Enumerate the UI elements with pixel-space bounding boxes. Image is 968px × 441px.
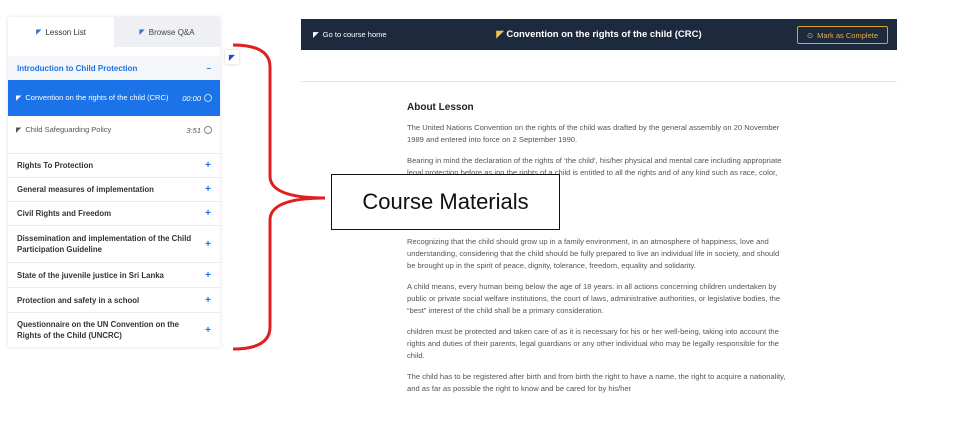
expand-icon[interactable]: + [205, 325, 211, 336]
expand-icon[interactable]: + [205, 295, 211, 306]
bookmark-icon: ◤ [496, 29, 504, 40]
bookmark-icon: ◤ [36, 29, 42, 36]
topic-questionnaire[interactable]: Questionnaire on the UN Convention on th… [8, 312, 220, 347]
topic-title: Civil Rights and Freedom [17, 209, 112, 218]
lesson-paragraph: children must be protected and taken car… [407, 327, 779, 360]
lesson-paragraph: Recognizing that the child should grow u… [407, 237, 780, 270]
about-lesson-heading: About Lesson [407, 102, 474, 113]
lesson-sidebar: ◤ Lesson List ◤ Browse Q&A Introduction … [8, 17, 220, 347]
expand-icon[interactable]: + [205, 239, 211, 250]
topic-introduction[interactable]: Introduction to Child Protection − [8, 56, 220, 80]
bookmark-icon: ◤ [16, 95, 22, 102]
lesson-paragraph: The child has to be registered after bir… [407, 372, 786, 393]
lesson-paragraph: A child means, every human being below t… [407, 282, 781, 315]
topic-title: Protection and safety in a school [17, 295, 140, 305]
topic-rights-to-protection[interactable]: Rights To Protection + [8, 153, 220, 177]
collapse-icon[interactable]: − [206, 64, 211, 73]
topic-title: Dissemination and implementation of the … [17, 234, 192, 254]
topic-juvenile-justice[interactable]: State of the juvenile justice in Sri Lan… [8, 262, 220, 287]
expand-icon[interactable]: + [205, 208, 211, 219]
lesson-title: Convention on the rights of the child (C… [25, 93, 169, 102]
bookmark-icon: ◤ [313, 30, 319, 39]
topic-title: State of the juvenile justice in Sri Lan… [17, 270, 164, 280]
lesson-paragraph: The United Nations Convention on the rig… [407, 123, 780, 144]
completion-circle-icon [204, 126, 212, 134]
mark-complete-button[interactable]: ⊙ Mark as Complete [796, 26, 888, 44]
bookmark-icon: ◤ [139, 29, 145, 36]
lesson-content: About Lesson The United Nations Conventi… [407, 102, 787, 404]
check-circle-icon: ⊙ [806, 30, 814, 40]
lesson-duration: 3:51 [186, 125, 201, 135]
tab-browse-qa[interactable]: ◤ Browse Q&A [114, 17, 220, 47]
topic-title: Questionnaire on the UN Convention on th… [17, 320, 180, 340]
lesson-header: ◤ Go to course home ◤ Convention on the … [301, 19, 897, 50]
expand-icon[interactable]: + [205, 184, 211, 195]
expand-icon[interactable]: + [205, 160, 211, 171]
course-materials-callout: Course Materials [331, 174, 560, 230]
expand-icon[interactable]: + [205, 270, 211, 281]
tab-lesson-list-label: Lesson List [45, 27, 86, 37]
lesson-duration: 00:00 [182, 93, 201, 103]
topic-dissemination[interactable]: Dissemination and implementation of the … [8, 225, 220, 262]
lesson-title: Child Safeguarding Policy [25, 125, 112, 134]
topic-title: Rights To Protection [17, 161, 94, 170]
topic-general-measures[interactable]: General measures of implementation + [8, 177, 220, 201]
header-divider [301, 81, 897, 82]
completion-circle-icon [204, 94, 212, 102]
bookmark-icon: ◤ [16, 127, 22, 134]
tab-browse-qa-label: Browse Q&A [148, 27, 195, 37]
sidebar-tabs: ◤ Lesson List ◤ Browse Q&A [8, 17, 220, 47]
course-home-label: Go to course home [322, 30, 387, 39]
topic-title: General measures of implementation [17, 185, 154, 194]
topic-civil-rights[interactable]: Civil Rights and Freedom + [8, 201, 220, 225]
callout-label: Course Materials [362, 189, 529, 214]
annotation-bracket [232, 43, 326, 351]
topic-school-safety[interactable]: Protection and safety in a school + [8, 287, 220, 312]
topic-title: Introduction to Child Protection [17, 63, 138, 73]
lesson-item-crc[interactable]: ◤ Convention on the rights of the child … [8, 80, 220, 116]
course-home-link[interactable]: ◤ Go to course home [313, 30, 387, 39]
tab-lesson-list[interactable]: ◤ Lesson List [8, 17, 114, 47]
lesson-header-title-text: Convention on the rights of the child (C… [506, 29, 702, 40]
lesson-item-safeguarding[interactable]: ◤ Child Safeguarding Policy 3:51 [8, 116, 220, 144]
mark-complete-label: Mark as Complete [817, 30, 878, 40]
